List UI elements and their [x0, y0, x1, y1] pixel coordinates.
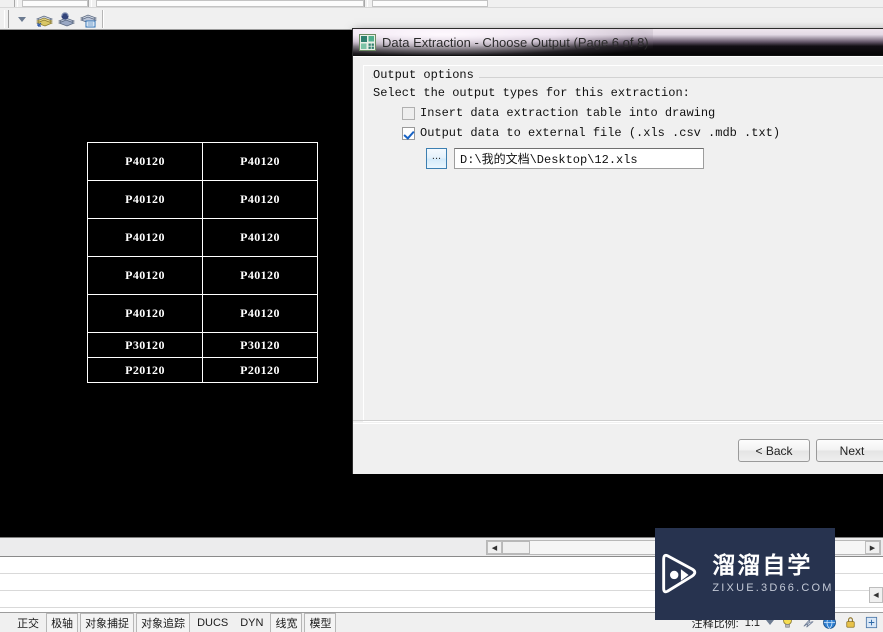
- watermark-title: 溜溜自学: [712, 553, 813, 580]
- dialog-body: Output options Select the output types f…: [353, 56, 883, 474]
- status-toggle-osnap[interactable]: 对象捕捉: [80, 613, 135, 632]
- toolbar-grip[interactable]: [88, 0, 92, 7]
- checkbox-output-file[interactable]: [402, 126, 415, 140]
- table-cell: P40120: [202, 142, 318, 181]
- extracted-data-table: P40120 P40120 P40120 P40120 P40120 P4012…: [87, 142, 318, 383]
- scroll-right-arrow[interactable]: ▶: [865, 541, 880, 554]
- dialog-button-bar: < Back Next: [738, 439, 883, 462]
- status-toggle-dyn[interactable]: DYN: [235, 615, 268, 631]
- option-output-file-label: Output data to external file (.xls .csv …: [420, 126, 781, 140]
- group-title: Output options: [373, 68, 479, 82]
- dialog-title: Data Extraction - Choose Output (Page 6 …: [382, 34, 649, 50]
- table-row: P20120 P20120: [87, 357, 318, 383]
- play-logo-icon: [662, 553, 697, 594]
- output-options-group: Output options Select the output types f…: [363, 65, 883, 422]
- status-toggle-ducs[interactable]: DUCS: [192, 615, 233, 631]
- option-output-file[interactable]: Output data to external file (.xls .csv …: [402, 126, 780, 140]
- option-insert-table-label: Insert data extraction table into drawin…: [420, 106, 716, 120]
- table-cell: P40120: [87, 142, 203, 181]
- table-body: P40120 P40120 P40120 P40120 P40120 P4012…: [87, 142, 318, 383]
- table-row: P40120 P40120: [87, 294, 318, 333]
- table-cell: P20120: [87, 357, 203, 383]
- status-toggle-polar[interactable]: 极轴: [46, 613, 79, 632]
- layer-states-button[interactable]: [77, 9, 99, 29]
- instruction-text: Select the output types for this extract…: [373, 86, 690, 100]
- status-toggle-ortho[interactable]: 正交: [12, 613, 44, 632]
- layers-states-icon: [79, 14, 98, 27]
- watermark-text: 溜溜自学 ZIXUE.3D66.COM: [712, 554, 833, 593]
- table-cell: P40120: [202, 218, 318, 257]
- toolbar-grip[interactable]: [14, 0, 18, 7]
- table-cell: P40120: [202, 256, 318, 295]
- data-extraction-dialog[interactable]: Data Extraction - Choose Output (Page 6 …: [352, 28, 883, 474]
- toolbar-slot-1[interactable]: [22, 0, 88, 7]
- table-row: P40120 P40120: [87, 142, 318, 181]
- dialog-titlebar[interactable]: Data Extraction - Choose Output (Page 6 …: [353, 29, 883, 56]
- toolbar-slot-3[interactable]: [372, 0, 488, 7]
- table-cell: P40120: [87, 180, 203, 219]
- table-row: P40120 P40120: [87, 218, 318, 257]
- status-toggle-lineweight[interactable]: 线宽: [270, 613, 303, 632]
- back-button[interactable]: < Back: [738, 439, 810, 462]
- table-cell: P40120: [202, 294, 318, 333]
- browse-button[interactable]: ...: [426, 148, 447, 169]
- status-toggle-model[interactable]: 模型: [304, 613, 337, 632]
- toolbar-grip[interactable]: [364, 0, 368, 7]
- chevron-down-icon[interactable]: [766, 620, 774, 625]
- layer-dropdown-button[interactable]: [11, 9, 33, 29]
- toolbar-layers: [0, 8, 883, 30]
- option-insert-table[interactable]: Insert data extraction table into drawin…: [402, 106, 715, 120]
- scroll-left-arrow[interactable]: ◀: [487, 541, 502, 554]
- status-coordinates: [0, 617, 11, 629]
- next-button[interactable]: Next: [816, 439, 883, 462]
- table-cell: P30120: [202, 332, 318, 358]
- watermark-url: ZIXUE.3D66.COM: [712, 581, 834, 594]
- toolbar-slot-2[interactable]: [96, 0, 364, 7]
- table-cell: P40120: [87, 256, 203, 295]
- lock-icon[interactable]: [843, 615, 858, 630]
- toolbar-upper-strip: [0, 0, 883, 8]
- status-toggle-otrack[interactable]: 对象追踪: [136, 613, 191, 632]
- command-scroll-arrow[interactable]: ◀: [869, 587, 883, 603]
- checkbox-insert-table[interactable]: [402, 106, 415, 120]
- table-row: P40120 P40120: [87, 256, 318, 295]
- file-path-input[interactable]: D:\我的文档\Desktop\12.xls: [454, 148, 704, 169]
- table-row: P30120 P30120: [87, 332, 318, 358]
- chevron-down-icon: [18, 16, 26, 22]
- table-row: P40120 P40120: [87, 180, 318, 219]
- scroll-thumb[interactable]: [502, 541, 530, 554]
- layers-back-icon: [57, 11, 76, 26]
- layers-icon: [35, 15, 54, 27]
- toolbar-grip[interactable]: [4, 10, 9, 28]
- layer-previous-button[interactable]: [55, 9, 77, 29]
- table-cell: P40120: [202, 180, 318, 219]
- maximize-icon[interactable]: [864, 615, 879, 630]
- table-cell: P30120: [87, 332, 203, 358]
- watermark-logo: 溜溜自学 ZIXUE.3D66.COM: [655, 528, 835, 620]
- output-file-row: ... D:\我的文档\Desktop\12.xls: [426, 148, 704, 169]
- data-extraction-icon: [359, 33, 376, 51]
- layer-properties-button[interactable]: [33, 9, 55, 29]
- dialog-footer-divider: [353, 420, 883, 424]
- table-cell: P20120: [202, 357, 318, 383]
- toolbar-separator: [102, 10, 104, 28]
- table-cell: P40120: [87, 218, 203, 257]
- table-cell: P40120: [87, 294, 203, 333]
